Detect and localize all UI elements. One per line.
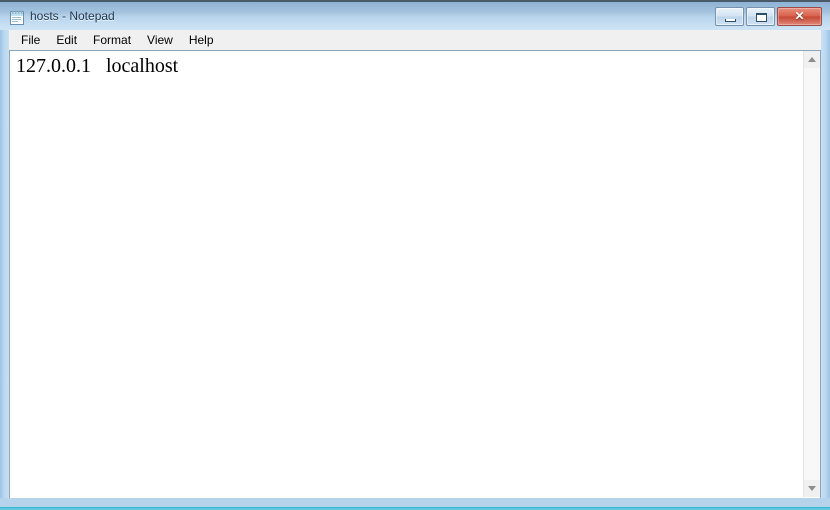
notepad-window: hosts - Notepad ✕ File Edit Format View … xyxy=(0,0,830,510)
minimize-icon xyxy=(725,19,736,22)
menu-item-file[interactable]: File xyxy=(13,31,48,50)
client-area: 127.0.0.1 localhost xyxy=(9,50,821,498)
scroll-down-button[interactable] xyxy=(804,480,820,497)
menu-item-edit[interactable]: Edit xyxy=(48,31,85,50)
scroll-down-icon xyxy=(808,486,816,491)
close-button[interactable]: ✕ xyxy=(777,7,822,26)
text-editor[interactable]: 127.0.0.1 localhost xyxy=(10,51,803,497)
vertical-scrollbar[interactable] xyxy=(803,51,820,497)
maximize-icon xyxy=(756,13,767,22)
title-bar[interactable]: hosts - Notepad ✕ xyxy=(0,2,830,30)
document-line: 127.0.0.1 localhost xyxy=(16,55,179,77)
window-controls: ✕ xyxy=(715,7,822,26)
window-frame-right xyxy=(821,2,830,498)
window-frame-bottom xyxy=(0,498,830,507)
menu-item-help[interactable]: Help xyxy=(181,31,222,50)
menu-item-view[interactable]: View xyxy=(139,31,181,50)
minimize-button[interactable] xyxy=(715,7,744,26)
scrollbar-track[interactable] xyxy=(804,68,820,480)
window-title: hosts - Notepad xyxy=(30,9,115,23)
scroll-up-icon xyxy=(808,57,816,62)
menu-bar: File Edit Format View Help xyxy=(9,30,821,50)
maximize-button[interactable] xyxy=(746,7,775,26)
menu-item-format[interactable]: Format xyxy=(85,31,139,50)
notepad-icon[interactable] xyxy=(10,10,24,25)
close-icon: ✕ xyxy=(794,9,805,23)
window-frame-left xyxy=(0,2,9,498)
scroll-up-button[interactable] xyxy=(804,51,820,68)
